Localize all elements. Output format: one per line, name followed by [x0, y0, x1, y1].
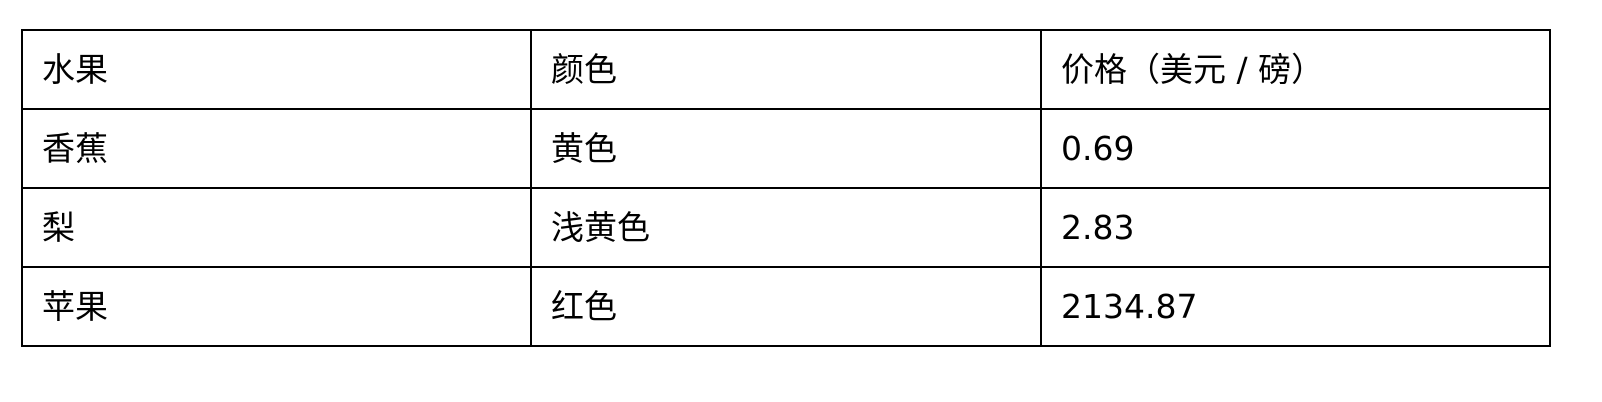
cell-price: 2134.87 [1040, 266, 1551, 347]
cell-fruit: 梨 [21, 187, 532, 268]
cell-color: 浅黄色 [530, 187, 1042, 268]
header-fruit: 水果 [21, 29, 532, 110]
table-row: 苹果 红色 2134.87 [21, 266, 1551, 347]
cell-price: 0.69 [1040, 108, 1551, 189]
cell-fruit: 苹果 [21, 266, 532, 347]
cell-color: 红色 [530, 266, 1042, 347]
header-price: 价格（美元 / 磅） [1040, 29, 1551, 110]
table-row: 梨 浅黄色 2.83 [21, 187, 1551, 268]
table-row: 香蕉 黄色 0.69 [21, 108, 1551, 189]
table-header-row: 水果 颜色 价格（美元 / 磅） [21, 29, 1551, 110]
cell-price: 2.83 [1040, 187, 1551, 268]
fruit-price-table-container: 水果 颜色 价格（美元 / 磅） 香蕉 黄色 0.69 梨 浅黄色 2.83 苹… [21, 29, 1551, 347]
cell-fruit: 香蕉 [21, 108, 532, 189]
cell-color: 黄色 [530, 108, 1042, 189]
fruit-price-table: 水果 颜色 价格（美元 / 磅） 香蕉 黄色 0.69 梨 浅黄色 2.83 苹… [21, 29, 1551, 347]
header-color: 颜色 [530, 29, 1042, 110]
